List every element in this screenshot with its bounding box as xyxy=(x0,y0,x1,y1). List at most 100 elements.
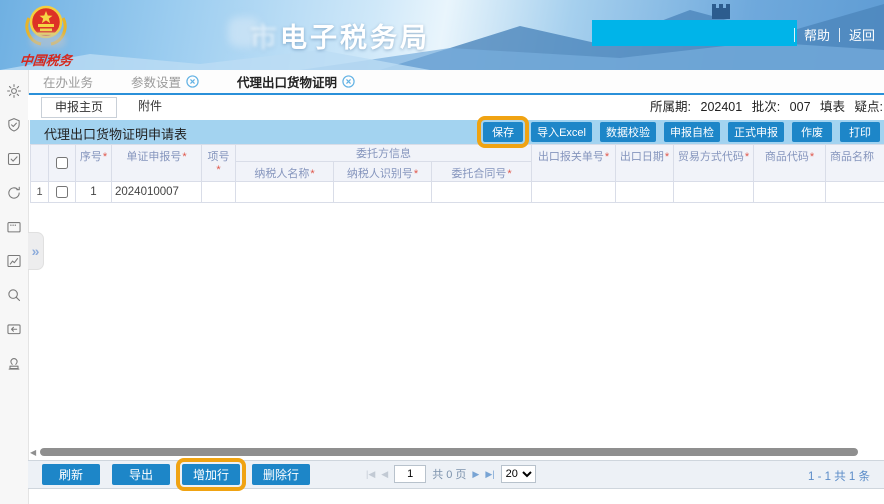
add-row-button[interactable]: 增加行 xyxy=(182,464,240,485)
period-info: 所属期: 202401 批次: 007 填表 疑点: xyxy=(644,95,884,120)
required-asterisk: * xyxy=(204,164,233,176)
last-page-icon[interactable]: ▶| xyxy=(485,469,494,480)
sidebar xyxy=(0,70,29,504)
card-arrow-icon[interactable] xyxy=(6,321,22,337)
void-button[interactable]: 作废 xyxy=(792,122,832,142)
form-title: 代理出口货物证明申请表 xyxy=(44,124,187,143)
title-main: 电子税务局 xyxy=(280,23,430,53)
export-button[interactable]: 导出 xyxy=(112,464,170,485)
cell-goods_code[interactable] xyxy=(754,182,826,203)
fill-label[interactable]: 填表 xyxy=(820,100,845,114)
back-link[interactable]: 返回 xyxy=(849,25,875,44)
batch-value: 007 xyxy=(790,100,811,114)
scroll-left-arrow-icon[interactable]: ◀ xyxy=(30,448,36,457)
nav-tab-label: 在办业务 xyxy=(43,72,93,91)
footer-buttons: 刷新导出增加行删除行 xyxy=(42,464,310,485)
prev-page-icon[interactable]: ◀ xyxy=(381,469,388,480)
formal-declare-button[interactable]: 正式申报 xyxy=(728,122,784,142)
print-button[interactable]: 打印 xyxy=(840,122,880,142)
column-header-checkbox xyxy=(49,145,76,182)
column-label: 商品名称 xyxy=(830,151,874,163)
column-label: 纳税人识别号 xyxy=(347,168,413,180)
subtab-0[interactable]: 申报主页 xyxy=(41,97,117,118)
select-all-checkbox[interactable] xyxy=(56,157,68,169)
card-dots-icon[interactable] xyxy=(6,219,22,235)
logo-caption: 中国税务 xyxy=(9,50,83,69)
column-header-taxpayer_id: 纳税人识别号* xyxy=(334,162,432,182)
nav-tabs: 在办业务 参数设置 代理出口货物证明 xyxy=(43,70,393,93)
period-label: 所属期: xyxy=(650,100,691,114)
close-tab-icon[interactable] xyxy=(342,75,355,88)
refresh-circle-icon[interactable] xyxy=(6,185,22,201)
save-button[interactable]: 保存 xyxy=(483,122,523,142)
page-number-input[interactable] xyxy=(394,465,426,483)
refresh-button[interactable]: 刷新 xyxy=(42,464,100,485)
nav-tab-1[interactable]: 参数设置 xyxy=(131,72,199,91)
subtab-1[interactable]: 附件 xyxy=(125,97,175,116)
sidebar-expander[interactable]: » xyxy=(28,232,44,270)
wall-tower-icon xyxy=(712,4,730,19)
column-header-goods_name: 商品名称 xyxy=(826,145,884,182)
row-checkbox[interactable] xyxy=(56,186,68,198)
scrollbar-thumb[interactable] xyxy=(40,448,858,456)
cell-trade_mode[interactable] xyxy=(674,182,754,203)
column-label: 贸易方式代码 xyxy=(678,151,744,163)
column-header-trade_mode: 贸易方式代码* xyxy=(674,145,754,182)
column-header-export_date: 出口日期* xyxy=(616,145,674,182)
required-asterisk: * xyxy=(182,151,186,163)
nav-tab-2[interactable]: 代理出口货物证明 xyxy=(237,72,355,91)
total-pages-text: 共 0 页 xyxy=(432,466,466,482)
first-page-icon[interactable]: |◀ xyxy=(366,469,375,480)
form-title-bar: 代理出口货物证明申请表 保存导入Excel 数据校验申报自检正式申报作废打印 xyxy=(30,120,884,144)
nav-tab-0[interactable]: 在办业务 xyxy=(43,72,93,91)
app-header: 中国税务 市电子税务局 帮助 返回 xyxy=(0,0,884,70)
page-title: 市电子税务局 xyxy=(250,16,430,55)
data-check-button[interactable]: 数据校验 xyxy=(600,122,656,142)
column-label: 项号 xyxy=(208,151,230,163)
self-check-button[interactable]: 申报自检 xyxy=(664,122,720,142)
page-size-select[interactable]: 20 xyxy=(501,465,536,483)
column-header-item_no: 项号* xyxy=(202,145,236,182)
cell-taxpayer_name[interactable] xyxy=(236,182,334,203)
cell-taxpayer_id[interactable] xyxy=(334,182,432,203)
cell-customs_no[interactable] xyxy=(532,182,616,203)
help-link[interactable]: 帮助 xyxy=(804,25,830,44)
data-grid: 序号*单证申报号*项号*委托方信息出口报关单号*出口日期*贸易方式代码*商品代码… xyxy=(30,144,884,210)
nav-tab-label: 参数设置 xyxy=(131,72,181,91)
required-asterisk: * xyxy=(665,151,669,163)
chart-icon[interactable] xyxy=(6,253,22,269)
cell-export_date[interactable] xyxy=(616,182,674,203)
delete-row-button[interactable]: 删除行 xyxy=(252,464,310,485)
doubt-label[interactable]: 疑点: xyxy=(855,100,883,114)
import-excel-button[interactable]: 导入Excel xyxy=(531,122,592,142)
gear-icon[interactable] xyxy=(6,83,22,99)
column-group-header: 委托方信息 xyxy=(236,145,532,162)
horizontal-scrollbar: ◀ xyxy=(30,447,880,458)
task-check-icon[interactable] xyxy=(6,151,22,167)
column-header-taxpayer_name: 纳税人名称* xyxy=(236,162,334,182)
column-header-goods_code: 商品代码* xyxy=(754,145,826,182)
cell-goods_name[interactable] xyxy=(826,182,884,203)
column-header-seq: 序号* xyxy=(76,145,112,182)
redacted-user-info xyxy=(592,20,797,46)
cell-item_no[interactable] xyxy=(202,182,236,203)
title-prefix: 市 xyxy=(250,23,280,53)
required-asterisk: * xyxy=(310,168,314,180)
cell-checkbox xyxy=(49,182,76,203)
cell-seq[interactable]: 1 xyxy=(76,182,112,203)
required-asterisk: * xyxy=(605,151,609,163)
column-label: 纳税人名称 xyxy=(254,168,309,180)
stamp-icon[interactable] xyxy=(6,355,22,371)
required-asterisk: * xyxy=(507,168,511,180)
column-header-rownum xyxy=(31,145,49,182)
column-header-doc_no: 单证申报号* xyxy=(112,145,202,182)
next-page-icon[interactable]: ▶ xyxy=(472,469,479,480)
column-header-contract_no: 委托合同号* xyxy=(432,162,532,182)
footer-bar: 刷新导出增加行删除行 |◀ ◀ 共 0 页 ▶ ▶| 20 1 - 1 共 1 … xyxy=(28,460,884,489)
shield-check-icon[interactable] xyxy=(6,117,22,133)
cell-contract_no[interactable] xyxy=(432,182,532,203)
search-icon[interactable] xyxy=(6,287,22,303)
column-label: 单证申报号 xyxy=(126,151,181,163)
close-tab-icon[interactable] xyxy=(186,75,199,88)
cell-doc_no[interactable]: 2024010007 xyxy=(112,182,202,203)
